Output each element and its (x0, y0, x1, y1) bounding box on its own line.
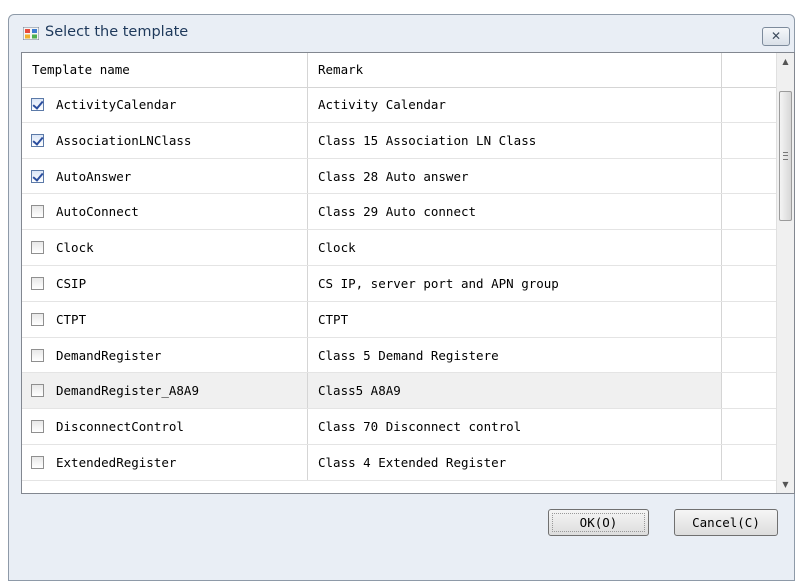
filler-cell (722, 444, 777, 480)
template-name-label: CTPT (56, 311, 87, 327)
template-name-label: AssociationLNClass (56, 132, 192, 148)
remark-cell[interactable]: Activity Calendar (308, 87, 722, 122)
remark-cell[interactable]: Class 70 Disconnect control (308, 409, 722, 444)
template-name-cell[interactable]: AutoAnswer (22, 158, 308, 194)
remark-cell[interactable]: CS IP, server port and APN group (308, 265, 722, 301)
row-checkbox[interactable] (31, 420, 44, 434)
template-name-cell[interactable]: Clock (22, 230, 308, 265)
row-checkbox[interactable] (31, 384, 44, 398)
remark-cell[interactable]: Class 28 Auto answer (308, 158, 722, 194)
row-checkbox[interactable] (31, 133, 44, 147)
row-checkbox[interactable] (31, 241, 44, 255)
cancel-button[interactable]: Cancel(C) (674, 509, 778, 536)
remark-cell[interactable]: Class 15 Association LN Class (308, 122, 722, 158)
remark-cell[interactable]: Class 5 Demand Registere (308, 337, 722, 373)
close-button[interactable]: ✕ (762, 27, 790, 46)
row-checkbox[interactable] (31, 348, 44, 362)
scroll-up-icon[interactable]: ▲ (777, 53, 794, 70)
filler-cell (722, 409, 777, 444)
template-name-label: CSIP (56, 275, 87, 291)
grip-icon (783, 152, 788, 160)
template-name-cell[interactable]: CTPT (22, 301, 308, 337)
template-name-cell[interactable]: AutoConnect (22, 194, 308, 230)
table-row[interactable]: Clock Clock (22, 230, 777, 266)
table-row[interactable]: AssociationLNClass Class 15 Association L… (22, 122, 777, 159)
template-window-icon (23, 27, 39, 40)
row-checkbox[interactable] (31, 205, 44, 219)
remark-cell[interactable]: CTPT (308, 301, 722, 337)
template-name-label: DemandRegister (56, 347, 162, 363)
table-row[interactable]: ActivityCalendar Activity Calendar (22, 87, 777, 123)
cancel-button-label: Cancel(C) (692, 515, 760, 530)
filler-cell (722, 337, 777, 373)
filler-cell (722, 301, 777, 337)
table-row[interactable]: DemandRegister Class 5 Demand Registere (22, 337, 777, 374)
scrollbar-thumb[interactable] (779, 91, 792, 221)
filler-cell (722, 265, 777, 301)
scroll-down-icon[interactable]: ▼ (777, 476, 794, 493)
remark-cell[interactable]: Class5 A8A9 (308, 373, 722, 409)
table-row[interactable]: ExtendedRegister Class 4 Extended Registe… (22, 444, 777, 481)
row-checkbox[interactable] (31, 312, 44, 326)
grid-header: Template name Remark (22, 53, 777, 88)
table-row[interactable]: CSIP CS IP, server port and APN group (22, 265, 777, 302)
table-row[interactable]: AutoAnswer Class 28 Auto answer (22, 158, 777, 195)
table-row[interactable]: DisconnectControl Class 70 Disconnect con… (22, 409, 777, 445)
template-name-label: DisconnectControl (56, 419, 184, 435)
filler-cell (722, 87, 777, 122)
column-header-remark[interactable]: Remark (308, 53, 722, 87)
row-checkbox[interactable] (31, 98, 44, 111)
ok-button[interactable]: OK(O) (548, 509, 649, 536)
template-grid: Template name Remark ActivityCalendar Act… (21, 52, 795, 494)
template-name-cell[interactable]: ExtendedRegister (22, 444, 308, 480)
filler-cell (722, 194, 777, 230)
template-name-label: AutoAnswer (56, 168, 132, 184)
remark-cell[interactable]: Class 4 Extended Register (308, 444, 722, 480)
dialog-title: Select the template (45, 24, 189, 40)
vertical-scrollbar[interactable]: ▲ ▼ (776, 53, 794, 493)
focus-rectangle (552, 513, 645, 532)
template-name-label: Clock (56, 240, 94, 256)
filler-cell (722, 373, 777, 409)
template-name-cell[interactable]: DemandRegister_A8A9 (22, 373, 308, 409)
row-checkbox[interactable] (31, 276, 44, 290)
title-bar[interactable]: Select the template ✕ (9, 15, 794, 51)
template-name-label: DemandRegister_A8A9 (56, 383, 199, 399)
template-name-label: ExtendedRegister (56, 454, 177, 470)
template-name-cell[interactable]: AssociationLNClass (22, 122, 308, 158)
remark-cell[interactable]: Class 29 Auto connect (308, 194, 722, 230)
table-row[interactable]: DemandRegister_A8A9 Class5 A8A9 (22, 373, 777, 410)
filler-cell (722, 158, 777, 194)
template-name-cell[interactable]: CSIP (22, 265, 308, 301)
column-header-template-name[interactable]: Template name (22, 53, 308, 87)
remark-cell[interactable]: Clock (308, 230, 722, 265)
grid-rows: ActivityCalendar Activity Calendar Associa… (22, 87, 777, 481)
template-name-cell[interactable]: ActivityCalendar (22, 87, 308, 122)
template-name-cell[interactable]: DisconnectControl (22, 409, 308, 444)
template-dialog: Select the template ✕ Template name Rema… (8, 14, 795, 581)
filler-cell (722, 230, 777, 265)
template-name-label: AutoConnect (56, 204, 139, 220)
template-name-label: ActivityCalendar (56, 97, 177, 112)
filler-cell (722, 122, 777, 158)
close-icon: ✕ (770, 29, 782, 43)
template-name-cell[interactable]: DemandRegister (22, 337, 308, 373)
row-checkbox[interactable] (31, 169, 44, 183)
column-header-filler (722, 53, 777, 87)
table-row[interactable]: AutoConnect Class 29 Auto connect (22, 194, 777, 231)
table-row[interactable]: CTPT CTPT (22, 301, 777, 338)
row-checkbox[interactable] (31, 455, 44, 469)
